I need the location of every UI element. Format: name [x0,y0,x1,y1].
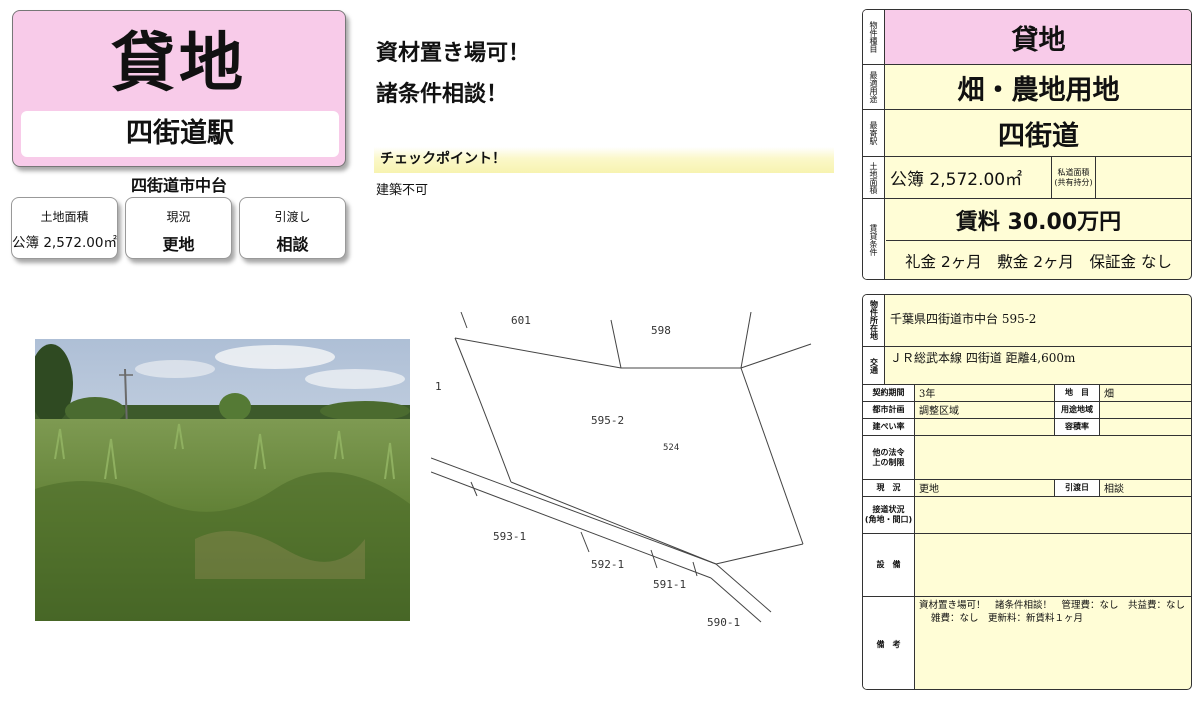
spec-station-value: 四街道 [998,120,1079,152]
spec-row-rent: 賃貸条件 賃料 30.00万円 礼金 2ヶ月 敷金 2ヶ月 保証金 なし [863,198,1191,279]
detail-delivery-value: 相談 [1104,484,1124,495]
status-card: 現況 更地 [125,197,232,259]
property-photo [35,339,410,621]
catch-copy-line2: 諸条件相談！ [376,82,509,107]
detail-zoning-label: 用途地域 [1055,402,1100,418]
detail-other-law-label: 他の法令 上の制限 [863,436,915,479]
detail-contract-value: 3年 [915,385,1055,401]
spec-area-label: 土地面積 [863,157,885,198]
detail-row-remarks: 備 考 資材置き場可！ 諸条件相談！ 管理費：なし 共益費：なし 雑費：なし 更… [863,596,1191,689]
detail-row-cityplan: 都市計画 調整区域 用途地域 [863,401,1191,418]
detail-row-other-law: 他の法令 上の制限 [863,435,1191,479]
land-area-card-label: 土地面積 [40,210,89,224]
detail-row-transport: 交通 ＪＲ総武本線 四街道 距離4,600m [863,346,1191,384]
spec-summary-panel: 物件種目 貸地 最適用途 畑・農地用地 最寄駅 四街道 土地面積 公簿 2,57… [862,9,1192,280]
land-area-card-value: 公簿 2,572.00㎡ [12,235,117,251]
plan-label-590-1: 590-1 [707,616,740,629]
checkpoint-heading: チェックポイント！ [374,147,834,173]
detail-status-label: 現 況 [863,480,915,496]
detail-road-value [915,497,919,533]
land-area-card: 土地面積 公簿 2,572.00㎡ [11,197,118,259]
detail-delivery-label: 引渡日 [1055,480,1100,496]
plan-label-593-1: 593-1 [493,530,526,543]
detail-remarks-value: 資材置き場可！ 諸条件相談！ 管理費：なし 共益費：なし 雑費：なし 更新料：新… [915,597,1191,689]
detail-row-contract: 契約期間 3年 地 目 畑 [863,384,1191,401]
checkpoint-body: 建築不可 [376,183,429,198]
spec-row-station: 最寄駅 四街道 [863,109,1191,156]
plan-label-591-1: 591-1 [653,578,686,591]
detail-transport-value: ＪＲ総武本線 四街道 距離4,600m [890,351,1076,365]
detail-bcr-value [915,419,1055,435]
detail-zoning-value [1100,402,1104,418]
spec-fees-value: 礼金 2ヶ月 敷金 2ヶ月 保証金 なし [904,253,1172,271]
detail-chimoku-value: 畑 [1104,389,1114,400]
spec-type-value: 貸地 [1011,24,1066,56]
spec-area-value: 公簿 2,572.00㎡ [890,170,1023,190]
spec-row-type: 物件種目 貸地 [863,10,1191,64]
spec-rent-value: 賃料 30.00万円 [886,199,1191,241]
spec-rent-label: 賃貸条件 [863,199,885,279]
detail-row-status: 現 況 更地 引渡日 相談 [863,479,1191,496]
spec-row-area: 土地面積 公簿 2,572.00㎡ 私道面積 (共有持分) [863,156,1191,198]
plan-label-524: 524 [663,443,679,453]
delivery-card: 引渡し 相談 [239,197,346,259]
plan-label-598: 598 [651,324,671,337]
plan-label-601: 601 [511,314,531,327]
delivery-card-value: 相談 [276,235,309,254]
detail-row-location: 物件所在地 千葉県四街道市中台 595-2 [863,295,1191,346]
address-short: 四街道市中台 [130,176,227,195]
detail-contract-label: 契約期間 [863,385,915,401]
detail-row-road: 接道状況 (角地・間口) [863,496,1191,533]
detail-road-label: 接道状況 (角地・間口) [863,497,915,533]
detail-remarks-line2: 雑費：なし 更新料：新賃料１ヶ月 [931,613,1084,624]
property-type-title: 貸地 [111,27,247,101]
detail-location-label: 物件所在地 [863,295,885,346]
detail-bcr-label: 建ぺい率 [863,419,915,435]
detail-row-bcr: 建ぺい率 容積率 [863,418,1191,435]
detail-cityplan-value: 調整区域 [915,402,1055,418]
cadastral-map-svg: 601 598 595-2 524 593-1 592-1 591-1 590-… [430,311,812,629]
detail-far-value [1100,419,1104,435]
delivery-card-label: 引渡し [274,210,311,224]
spec-row-use: 最適用途 畑・農地用地 [863,64,1191,109]
spec-use-value: 畑・農地用地 [957,74,1120,106]
catch-copy-line1: 資材置き場可！ [376,41,531,66]
detail-remarks-line1: 資材置き場可！ 諸条件相談！ 管理費：なし 共益費：なし [919,600,1186,611]
title-card: 貸地 四街道駅 [12,10,346,167]
nearest-station-label: 四街道駅 [21,111,339,157]
catch-copy: 資材置き場可！ 諸条件相談！ [376,33,530,115]
detail-facility-value [915,534,919,596]
spec-station-label: 最寄駅 [863,110,885,156]
detail-status-value: 更地 [915,480,1055,496]
plan-label-1: 1 [435,380,442,393]
status-card-value: 更地 [162,235,195,254]
detail-other-law-value [915,436,919,479]
status-card-label: 現況 [166,210,191,224]
land-plan-drawing: 601 598 595-2 524 593-1 592-1 591-1 590-… [430,311,823,642]
detail-facility-label: 設 備 [863,534,915,596]
detail-row-facility: 設 備 [863,533,1191,596]
spec-type-label: 物件種目 [863,10,885,64]
detail-cityplan-label: 都市計画 [863,402,915,418]
detail-location-value: 千葉県四街道市中台 595-2 [890,312,1037,326]
spec-private-road-label: 私道面積 (共有持分) [1051,157,1096,198]
detail-chimoku-label: 地 目 [1055,385,1100,401]
detail-remarks-label: 備 考 [863,597,915,689]
field-photo-illustration [35,339,410,621]
plan-label-592-1: 592-1 [591,558,624,571]
spec-detail-table: 物件所在地 千葉県四街道市中台 595-2 交通 ＪＲ総武本線 四街道 距離4,… [862,294,1192,690]
plan-label-595-2: 595-2 [591,414,624,427]
detail-transport-label: 交通 [863,347,885,384]
detail-far-label: 容積率 [1055,419,1100,435]
spec-use-label: 最適用途 [863,65,885,109]
